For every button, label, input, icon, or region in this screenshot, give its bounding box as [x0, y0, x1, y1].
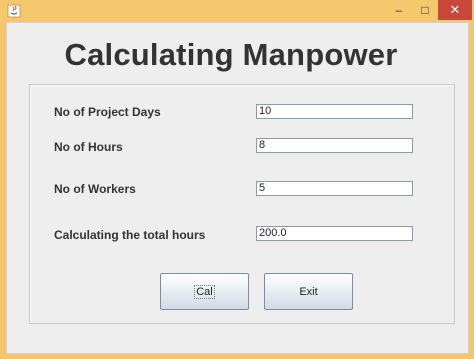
- page-title: Calculating Manpower: [64, 37, 398, 72]
- cal-button-label: Cal: [194, 284, 215, 299]
- title-bar[interactable]: – □ ✕: [0, 0, 474, 22]
- minimize-button[interactable]: –: [386, 0, 412, 20]
- close-button[interactable]: ✕: [438, 0, 472, 20]
- maximize-button[interactable]: □: [412, 0, 438, 20]
- workers-input[interactable]: 5: [256, 181, 413, 196]
- cal-button[interactable]: Cal: [160, 273, 249, 310]
- workers-label: No of Workers: [54, 182, 136, 196]
- java-icon: [7, 4, 21, 18]
- total-hours-label: Calculating the total hours: [54, 228, 206, 242]
- hours-input[interactable]: 8: [256, 138, 413, 153]
- app-window: – □ ✕ Calculating Manpower No of Project…: [0, 0, 474, 359]
- total-hours-input[interactable]: 200.0: [256, 226, 413, 241]
- hours-label: No of Hours: [54, 140, 123, 154]
- project-days-label: No of Project Days: [54, 105, 161, 119]
- exit-button[interactable]: Exit: [264, 273, 353, 310]
- exit-button-label: Exit: [299, 285, 318, 298]
- project-days-input[interactable]: 10: [256, 104, 413, 119]
- content-pane: Calculating Manpower No of Project Days …: [6, 22, 469, 354]
